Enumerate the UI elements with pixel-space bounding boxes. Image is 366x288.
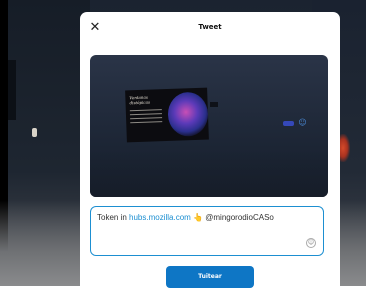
tweet-mention: @mingorodioCASo	[203, 213, 274, 222]
scene-name-tag	[283, 121, 294, 126]
tweet-submit-button[interactable]: Tuitear	[166, 266, 254, 288]
tweet-prefix: Token in	[97, 213, 130, 222]
pointing-hand-emoji: 👆	[193, 213, 204, 222]
poster-orb-image	[167, 91, 209, 137]
poster-body-text	[129, 109, 163, 126]
tweet-dialog: ✕ Tweet Ventanas distópicas ☺ Token in h…	[80, 12, 340, 288]
tweet-text-input[interactable]: Token in hubs.mozilla.com 👆 @mingorodioC…	[90, 206, 324, 256]
dialog-title: Tweet	[198, 23, 222, 31]
tweet-link: hubs.mozilla.com	[129, 213, 191, 222]
scene-pole	[8, 60, 16, 120]
scene-poster: Ventanas distópicas	[125, 87, 209, 143]
scene-avatar	[32, 128, 37, 137]
snapshot-preview: Ventanas distópicas ☺	[90, 55, 328, 197]
poster-title: Ventanas distópicas	[129, 94, 151, 106]
poster-stand	[210, 102, 218, 107]
smiley-icon[interactable]: ☺	[306, 238, 316, 248]
preview-floor-haze	[90, 151, 328, 197]
person-icon: ☺	[298, 118, 307, 127]
